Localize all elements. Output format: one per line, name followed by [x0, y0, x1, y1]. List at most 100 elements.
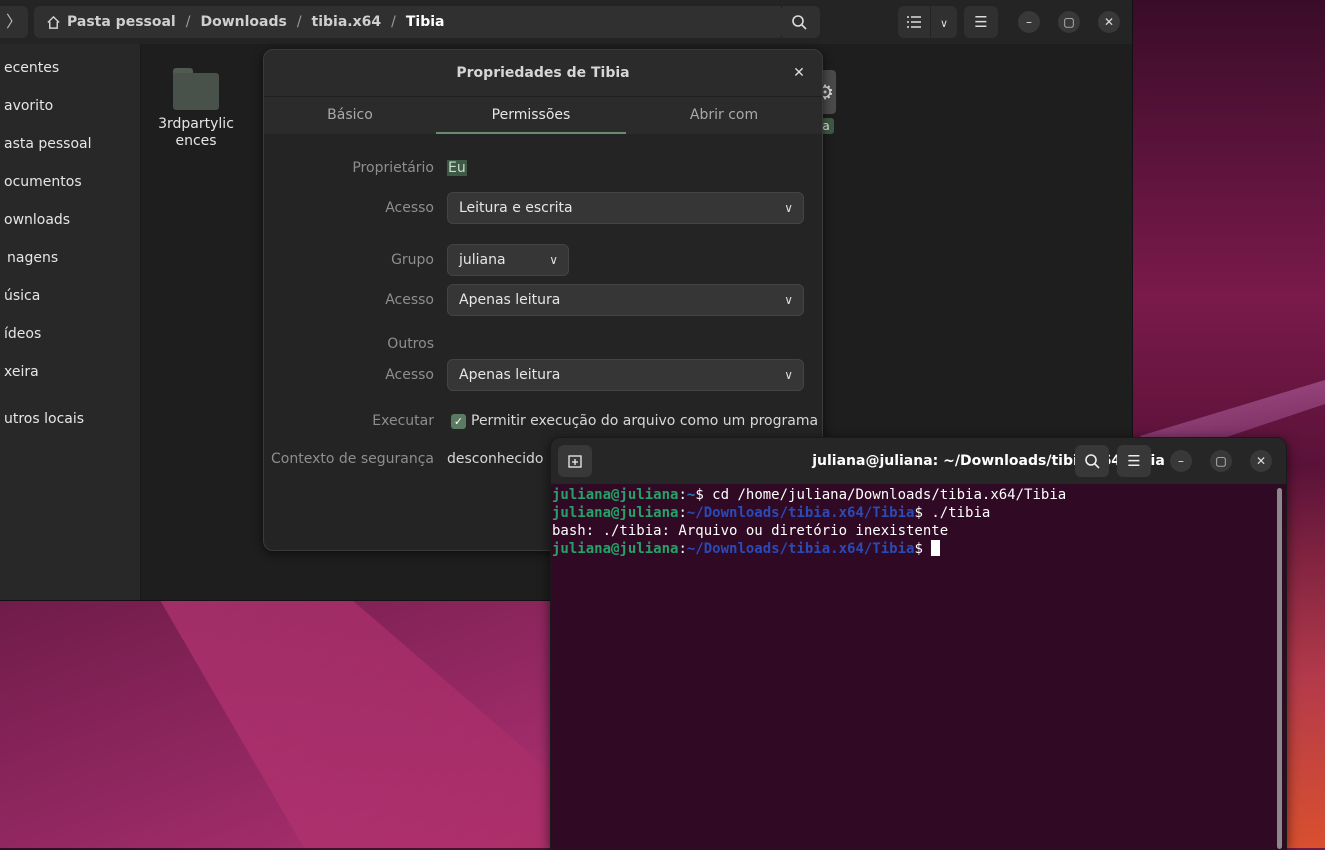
sidebar-item-pasta-pessoal[interactable]: asta pessoal: [0, 125, 140, 163]
main-menu-button[interactable]: ☰: [964, 6, 998, 38]
tab-abrir-com[interactable]: Abrir com: [626, 97, 822, 135]
sidebar-item-downloads[interactable]: ownloads: [0, 201, 140, 239]
tab-permissoes[interactable]: Permissões: [436, 97, 626, 135]
others-access-label: Acesso: [385, 367, 434, 383]
security-context-value: desconhecido: [447, 451, 544, 467]
dialog-title: Propriedades de Tibia: [456, 65, 630, 81]
owner-access-select[interactable]: Leitura e escrita ∨: [447, 192, 804, 224]
sidebar-item-imagens[interactable]: nagens: [0, 239, 140, 277]
maximize-button[interactable]: ▢: [1058, 11, 1080, 33]
sidebar-item-label: ocumentos: [4, 174, 82, 190]
breadcrumb-item-tibia[interactable]: Tibia: [400, 14, 451, 30]
sidebar-item-label: asta pessoal: [4, 136, 92, 152]
terminal-maximize-button[interactable]: ▢: [1210, 450, 1232, 472]
breadcrumb-separator: /: [185, 14, 191, 30]
sidebar-item-videos[interactable]: ídeos: [0, 315, 140, 353]
terminal-scrollbar[interactable]: [1277, 488, 1282, 849]
folder-item-label: 3rdpartylic ences: [158, 116, 234, 149]
sidebar-item-label: ownloads: [4, 212, 71, 228]
tab-basico[interactable]: Básico: [264, 97, 436, 135]
close-icon: ✕: [1255, 454, 1267, 468]
group-select[interactable]: juliana ∨: [447, 244, 569, 276]
chevron-down-icon: ∨: [784, 201, 793, 215]
checkmark-icon[interactable]: ✓: [451, 413, 466, 429]
list-view-button[interactable]: [898, 6, 930, 38]
folder-item[interactable]: 3rdpartylic ences: [150, 68, 242, 150]
hamburger-icon: ☰: [974, 13, 988, 31]
terminal-search-button[interactable]: [1075, 445, 1109, 477]
close-icon: ✕: [793, 65, 805, 81]
terminal-minimize-button[interactable]: –: [1170, 450, 1192, 472]
files-headerbar: 〉 Pasta pessoal / Downloads / tibia.x64 …: [0, 0, 1132, 44]
others-label: Outros: [387, 336, 434, 352]
maximize-icon: ▢: [1215, 454, 1227, 468]
maximize-icon: ▢: [1063, 15, 1075, 29]
execute-checkbox[interactable]: ✓ Permitir execução do arquivo como um pr…: [451, 413, 818, 429]
breadcrumb-item-tibia-x64[interactable]: tibia.x64: [306, 14, 388, 30]
sidebar-item-documentos[interactable]: ocumentos: [0, 163, 140, 201]
list-view-icon: [907, 16, 921, 28]
breadcrumb: Pasta pessoal / Downloads / tibia.x64 / …: [34, 6, 820, 38]
execute-checkbox-label: Permitir execução do arquivo como um pro…: [471, 413, 819, 429]
execute-label: Executar: [372, 413, 434, 429]
chevron-down-icon: ∨: [784, 293, 793, 307]
breadcrumb-item-downloads[interactable]: Downloads: [194, 14, 292, 30]
chevron-down-icon: ∨: [549, 253, 558, 267]
terminal-menu-button[interactable]: ☰: [1117, 445, 1151, 477]
chevron-down-icon: ∨: [939, 17, 949, 30]
back-button[interactable]: 〉: [0, 6, 28, 38]
sidebar-item-label: ídeos: [4, 326, 42, 342]
terminal-close-button[interactable]: ✕: [1250, 450, 1272, 472]
minimize-icon: –: [1178, 454, 1184, 468]
group-access-select[interactable]: Apenas leitura ∨: [447, 284, 804, 316]
dialog-close-button[interactable]: ✕: [790, 64, 808, 82]
sidebar-item-favorito[interactable]: avorito: [0, 87, 140, 125]
security-context-label: Contexto de segurança: [271, 451, 434, 467]
owner-label: Proprietário: [352, 160, 434, 176]
group-value: juliana: [459, 252, 506, 268]
sidebar-item-recentes[interactable]: ecentes: [0, 49, 140, 87]
folder-icon: [173, 68, 219, 110]
breadcrumb-separator: /: [296, 14, 302, 30]
breadcrumb-label: Pasta pessoal: [67, 14, 176, 30]
home-icon: [47, 15, 60, 29]
chevron-down-icon: ∨: [784, 368, 793, 382]
terminal-output[interactable]: juliana@juliana:~$ cd /home/juliana/Down…: [551, 486, 1277, 849]
owner-access-value: Leitura e escrita: [459, 200, 573, 216]
minimize-icon: –: [1026, 15, 1032, 29]
group-access-value: Apenas leitura: [459, 292, 561, 308]
sidebar-item-musica[interactable]: úsica: [0, 277, 140, 315]
terminal-line: juliana@juliana:~$ cd /home/juliana/Down…: [552, 487, 1067, 503]
view-options-button[interactable]: ∨: [931, 6, 957, 38]
breadcrumb-separator: /: [391, 14, 396, 30]
breadcrumb-item-home[interactable]: Pasta pessoal: [34, 14, 182, 30]
minimize-button[interactable]: –: [1018, 11, 1040, 33]
owner-value: Eu: [447, 160, 467, 176]
sidebar-item-label: ecentes: [4, 60, 60, 76]
chevron-left-icon: 〉: [5, 12, 22, 31]
terminal-line: bash: ./tibia: Arquivo ou diretório inex…: [552, 523, 949, 539]
close-button[interactable]: ✕: [1098, 11, 1120, 33]
hamburger-icon: ☰: [1127, 452, 1141, 470]
sidebar-item-label: nagens: [7, 250, 59, 266]
sidebar-item-label: xeira: [4, 364, 39, 380]
search-icon: [1085, 454, 1100, 469]
others-access-value: Apenas leitura: [459, 367, 561, 383]
others-access-select[interactable]: Apenas leitura ∨: [447, 359, 804, 391]
sidebar-item-label: avorito: [4, 98, 54, 114]
sidebar-item-label: utros locais: [4, 411, 85, 427]
close-icon: ✕: [1103, 15, 1115, 29]
dialog-tabs: Básico Permissões Abrir com: [264, 96, 822, 136]
search-button[interactable]: [780, 6, 818, 38]
terminal-window: juliana@juliana: ~/Downloads/tibia.x64/T…: [550, 437, 1287, 850]
group-label: Grupo: [391, 252, 434, 268]
group-access-label: Acesso: [385, 292, 434, 308]
terminal-headerbar: juliana@juliana: ~/Downloads/tibia.x64/T…: [551, 438, 1286, 484]
sidebar-item-outros-locais[interactable]: utros locais: [0, 400, 140, 438]
files-sidebar: ecentes avorito asta pessoal ocumentos o…: [0, 44, 141, 600]
owner-access-label: Acesso: [385, 200, 434, 216]
search-icon: [792, 15, 807, 30]
terminal-cursor: [931, 540, 941, 556]
sidebar-item-lixeira[interactable]: xeira: [0, 353, 140, 391]
sidebar-item-label: úsica: [4, 288, 41, 304]
